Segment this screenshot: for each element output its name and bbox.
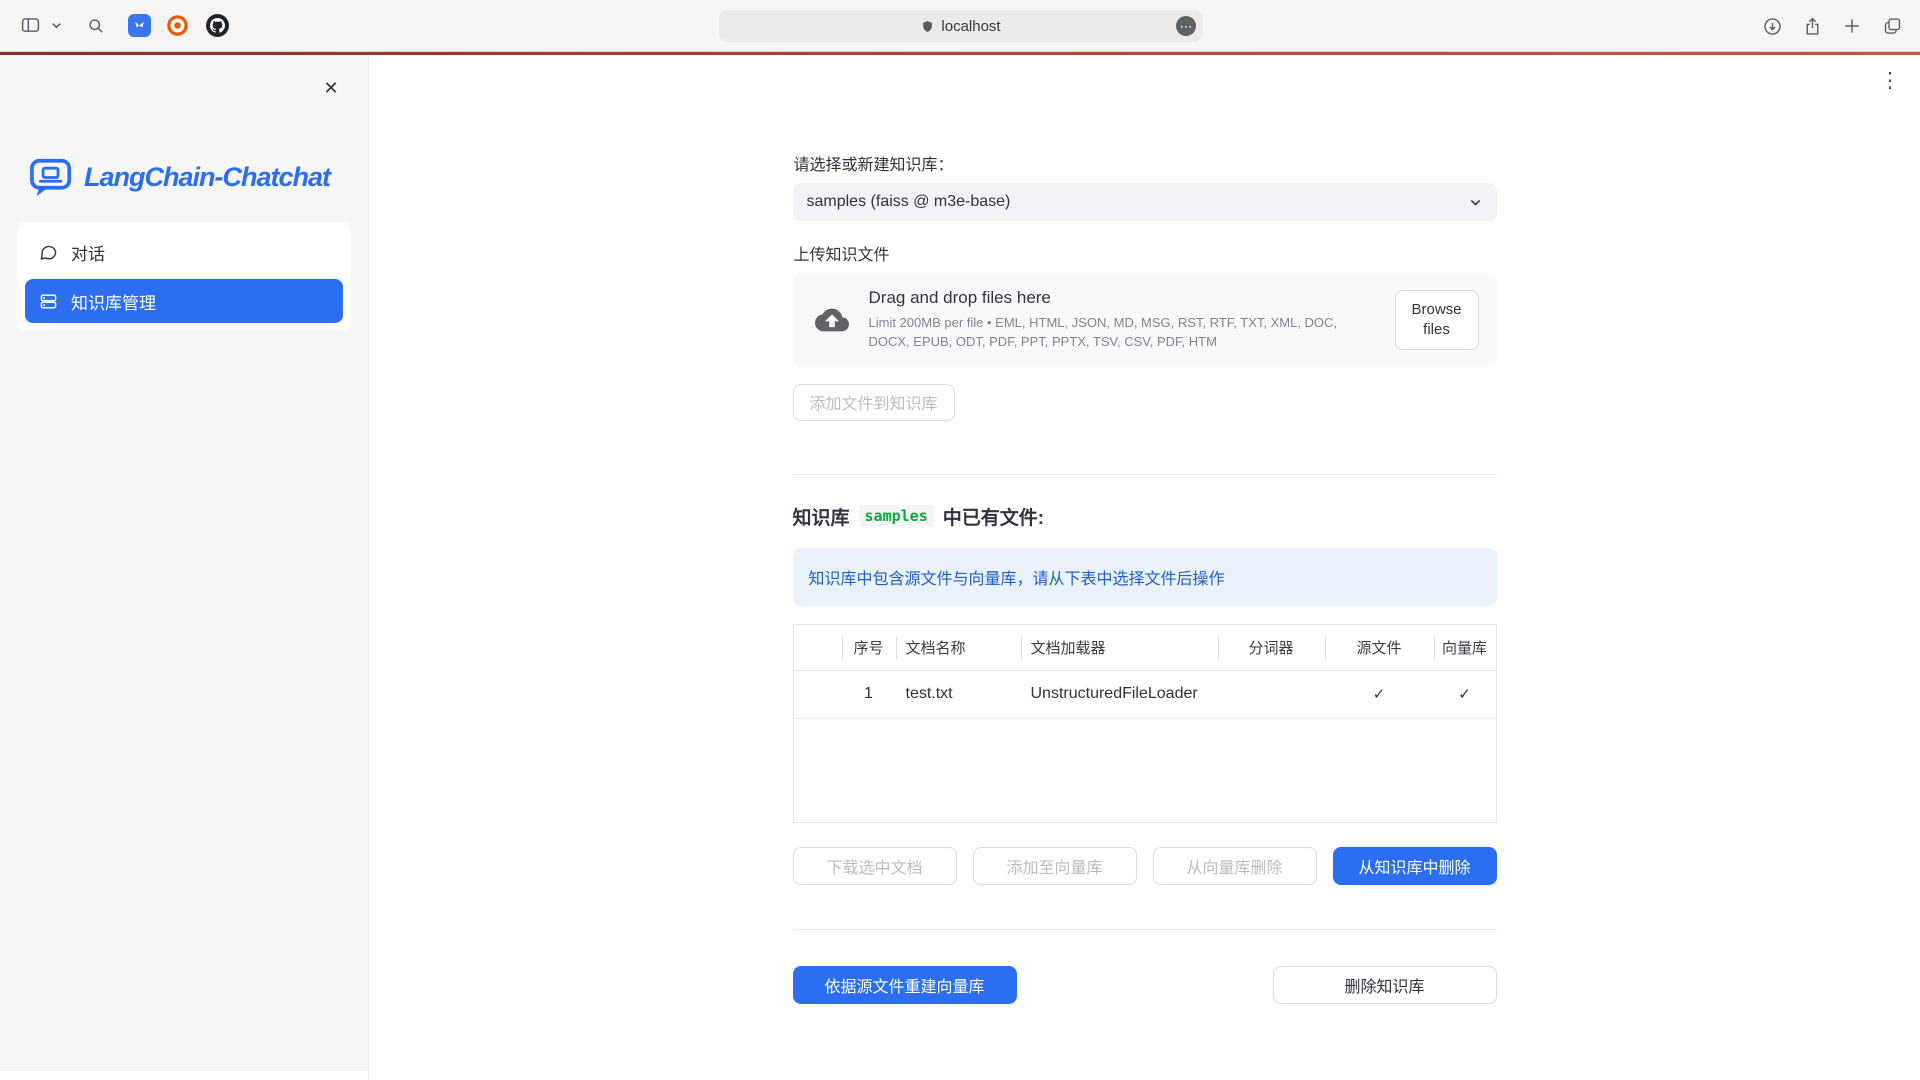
row-docname-cell: test.txt bbox=[896, 671, 1021, 718]
table-header-loader[interactable]: 文档加载器 bbox=[1021, 625, 1218, 670]
table-header-splitter[interactable]: 分词器 bbox=[1218, 625, 1325, 670]
app-logo: LangChain-Chatchat bbox=[17, 157, 351, 198]
upload-label: 上传知识文件 bbox=[794, 241, 1497, 265]
downloads-icon[interactable] bbox=[1756, 10, 1788, 42]
sidebar-footer-strip bbox=[0, 1071, 368, 1080]
row-vectorstore-check: ✓ bbox=[1434, 671, 1496, 718]
table-empty-area bbox=[794, 719, 1496, 822]
row-actions: 下载选中文档 添加至向量库 从向量库删除 从知识库中删除 bbox=[793, 847, 1497, 885]
kb-files-heading: 知识库 samples 中已有文件: bbox=[793, 503, 1497, 530]
delete-from-kb-button[interactable]: 从知识库中删除 bbox=[1333, 847, 1497, 885]
delete-kb-button[interactable]: 删除知识库 bbox=[1273, 966, 1497, 1004]
kb-selectbox[interactable]: samples (faiss @ m3e-base) bbox=[793, 183, 1497, 221]
address-bar[interactable]: localhost ⋯ bbox=[719, 10, 1203, 42]
kb-actions: 依据源文件重建向量库 删除知识库 bbox=[793, 966, 1497, 1004]
browse-files-button[interactable]: Browse files bbox=[1395, 290, 1479, 350]
kb-heading-suffix: 中已有文件: bbox=[943, 503, 1044, 530]
download-selected-button[interactable]: 下载选中文档 bbox=[793, 847, 957, 885]
github-extension-icon[interactable] bbox=[204, 13, 230, 39]
add-to-vectorstore-button[interactable]: 添加至向量库 bbox=[973, 847, 1137, 885]
table-header-vectorstore[interactable]: 向量库 bbox=[1434, 625, 1496, 670]
logo-text: LangChain-Chatchat bbox=[84, 162, 330, 193]
file-dropzone[interactable]: Drag and drop files here Limit 200MB per… bbox=[793, 273, 1497, 367]
sidebar-item-label: 对话 bbox=[71, 240, 105, 265]
info-message: 知识库中包含源文件与向量库，请从下表中选择文件后操作 bbox=[793, 548, 1497, 606]
delete-from-vectorstore-button[interactable]: 从向量库删除 bbox=[1153, 847, 1317, 885]
row-index-cell: 1 bbox=[842, 671, 896, 718]
row-select-cell bbox=[794, 671, 842, 718]
row-splitter-cell bbox=[1218, 671, 1325, 718]
close-sidebar-icon[interactable]: ✕ bbox=[316, 73, 346, 103]
sidebar-nav: 对话 知识库管理 bbox=[17, 222, 351, 331]
cloud-upload-icon bbox=[811, 303, 853, 337]
new-tab-icon[interactable] bbox=[1836, 10, 1868, 42]
table-header-blank bbox=[794, 625, 842, 670]
page-settings-icon[interactable]: ⋯ bbox=[1176, 16, 1196, 36]
share-icon[interactable] bbox=[1796, 10, 1828, 42]
extension-target-icon[interactable] bbox=[164, 13, 190, 39]
dropzone-limit-text: Limit 200MB per file • EML, HTML, JSON, … bbox=[869, 314, 1379, 352]
row-sourcefile-check: ✓ bbox=[1325, 671, 1434, 718]
row-loader-cell: UnstructuredFileLoader bbox=[1021, 671, 1218, 718]
sidebar-toggle-icon[interactable] bbox=[14, 10, 46, 42]
url-text: localhost bbox=[941, 18, 1000, 35]
kb-name-code: samples bbox=[859, 505, 934, 527]
sidebar-item-kb-management[interactable]: 知识库管理 bbox=[25, 279, 343, 323]
select-chevron-icon bbox=[1468, 195, 1483, 210]
dropzone-title: Drag and drop files here bbox=[869, 288, 1379, 308]
divider bbox=[793, 474, 1497, 475]
kb-files-table: 序号 文档名称 文档加载器 分词器 源文件 向量库 1 test.txt Uns… bbox=[793, 624, 1497, 823]
rebuild-vectorstore-button[interactable]: 依据源文件重建向量库 bbox=[793, 966, 1017, 1004]
browser-toolbar: localhost ⋯ bbox=[0, 0, 1920, 52]
kb-heading-prefix: 知识库 bbox=[793, 503, 850, 530]
divider bbox=[793, 929, 1497, 930]
app-menu-icon[interactable]: ⋮ bbox=[1876, 67, 1904, 95]
logo-chat-icon bbox=[29, 157, 74, 198]
knowledge-base-icon bbox=[39, 292, 58, 311]
extension-blue-icon[interactable] bbox=[126, 13, 152, 39]
kb-selectbox-value: samples (faiss @ m3e-base) bbox=[807, 193, 1011, 211]
chevron-down-icon[interactable] bbox=[46, 10, 66, 42]
dropzone-texts: Drag and drop files here Limit 200MB per… bbox=[869, 288, 1379, 352]
kb-select-label: 请选择或新建知识库： bbox=[794, 151, 1497, 175]
sidebar-item-label: 知识库管理 bbox=[71, 289, 156, 314]
sidebar-item-chat[interactable]: 对话 bbox=[25, 230, 343, 274]
site-favicon bbox=[921, 20, 934, 33]
table-row[interactable]: 1 test.txt UnstructuredFileLoader ✓ ✓ bbox=[794, 671, 1496, 719]
tab-overview-icon[interactable] bbox=[1876, 10, 1908, 42]
table-header-index[interactable]: 序号 bbox=[842, 625, 896, 670]
table-header-sourcefile[interactable]: 源文件 bbox=[1325, 625, 1434, 670]
main-area: ⋮ 请选择或新建知识库： samples (faiss @ m3e-base) … bbox=[369, 55, 1920, 1080]
add-files-to-kb-button[interactable]: 添加文件到知识库 bbox=[793, 384, 955, 421]
table-header-docname[interactable]: 文档名称 bbox=[896, 625, 1021, 670]
chat-bubble-icon bbox=[39, 243, 58, 262]
sidebar: ✕ LangChain-Chatchat 对话 bbox=[0, 55, 369, 1080]
search-icon[interactable] bbox=[80, 10, 112, 42]
table-header-row: 序号 文档名称 文档加载器 分词器 源文件 向量库 bbox=[794, 625, 1496, 671]
content-column: 请选择或新建知识库： samples (faiss @ m3e-base) 上传… bbox=[793, 55, 1497, 1004]
